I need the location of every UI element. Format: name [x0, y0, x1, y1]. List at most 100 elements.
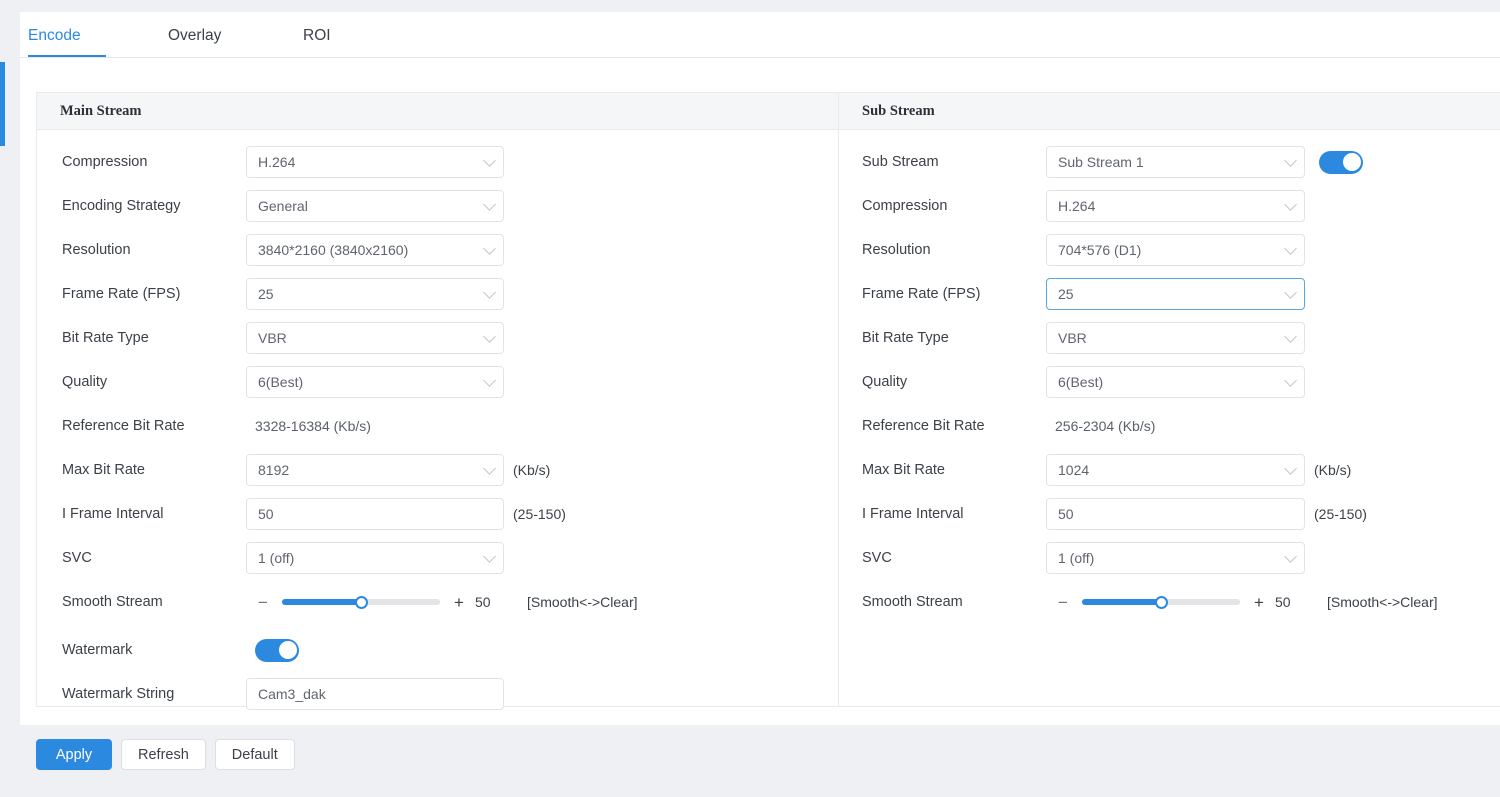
main-max-bit-rate-control: 8192 (Kb/s) [246, 454, 550, 486]
main-encoding-strategy-select[interactable]: General [246, 190, 504, 222]
slider-increase-icon[interactable]: + [451, 594, 467, 611]
chevron-down-icon [483, 198, 496, 211]
panel-body: Compression H.264 Encoding Strategy Gene… [37, 130, 1500, 710]
sub-stream-section-title: Sub Stream [862, 102, 935, 119]
main-resolution-value: 3840*2160 (3840x2160) [258, 242, 409, 258]
main-quality-control: 6(Best) [246, 366, 504, 398]
sub-smooth-stream-slider[interactable]: − + 50 [Smooth<->Clear] [1055, 594, 1437, 611]
sub-smooth-stream-value: 50 [1275, 594, 1291, 610]
apply-button[interactable]: Apply [36, 739, 112, 770]
main-watermark-string-value: Cam3_dak [258, 686, 326, 702]
sub-max-bit-rate-label: Max Bit Rate [862, 462, 945, 478]
sub-smooth-stream-track[interactable] [1082, 595, 1240, 609]
main-bit-rate-type-control: VBR [246, 322, 504, 354]
main-smooth-stream-track[interactable] [282, 595, 440, 609]
row-main-svc: SVC 1 (off) [37, 536, 838, 580]
main-compression-value: H.264 [258, 154, 296, 170]
default-button[interactable]: Default [214, 739, 295, 770]
main-svc-select[interactable]: 1 (off) [246, 542, 504, 574]
main-smooth-stream-handle[interactable] [354, 595, 368, 609]
sub-resolution-control: 704*576 (D1) [1046, 234, 1305, 266]
row-sub-frame-rate: Frame Rate (FPS) 25 [839, 272, 1500, 316]
main-smooth-stream-slider[interactable]: − + 50 [Smooth<->Clear] [255, 594, 638, 611]
main-quality-select[interactable]: 6(Best) [246, 366, 504, 398]
sub-bit-rate-type-value: VBR [1058, 330, 1087, 346]
chevron-down-icon [1284, 242, 1297, 255]
sub-max-bit-rate-select[interactable]: 1024 [1046, 454, 1305, 486]
tab-roi[interactable]: ROI [303, 12, 331, 57]
panel-header-row: Main Stream Sub Stream [37, 93, 1500, 130]
main-quality-value: 6(Best) [258, 374, 304, 390]
sub-quality-value: 6(Best) [1058, 374, 1104, 390]
main-watermark-string-input[interactable]: Cam3_dak [246, 678, 504, 710]
row-main-resolution: Resolution 3840*2160 (3840x2160) [37, 228, 838, 272]
sub-stream-column: Sub Stream Sub Stream 1 Compression H.26… [839, 130, 1500, 707]
row-sub-quality: Quality 6(Best) [839, 360, 1500, 404]
main-max-bit-rate-unit: (Kb/s) [513, 462, 551, 478]
row-main-i-frame-interval: I Frame Interval 50 (25-150) [37, 492, 838, 536]
sub-compression-value: H.264 [1058, 198, 1096, 214]
main-smooth-stream-hint: [Smooth<->Clear] [527, 594, 638, 610]
row-sub-stream-select: Sub Stream Sub Stream 1 [839, 140, 1500, 184]
main-frame-rate-select[interactable]: 25 [246, 278, 504, 310]
sub-svc-select[interactable]: 1 (off) [1046, 542, 1305, 574]
slider-decrease-icon[interactable]: − [255, 594, 271, 611]
main-svc-control: 1 (off) [246, 542, 504, 574]
sub-resolution-select[interactable]: 704*576 (D1) [1046, 234, 1305, 266]
main-i-frame-interval-input[interactable]: 50 [246, 498, 504, 530]
row-main-watermark: Watermark [37, 628, 838, 672]
sub-max-bit-rate-value: 1024 [1058, 462, 1090, 478]
main-watermark-toggle[interactable] [255, 638, 299, 662]
sub-frame-rate-select[interactable]: 25 [1046, 278, 1305, 310]
sub-compression-control: H.264 [1046, 190, 1305, 222]
chevron-down-icon [1284, 462, 1297, 475]
row-sub-i-frame-interval: I Frame Interval 50 (25-150) [839, 492, 1500, 536]
sub-stream-select[interactable]: Sub Stream 1 [1046, 146, 1305, 178]
sub-quality-select[interactable]: 6(Best) [1046, 366, 1305, 398]
main-max-bit-rate-select[interactable]: 8192 [246, 454, 504, 486]
chevron-down-icon [483, 286, 496, 299]
sub-i-frame-interval-input[interactable]: 50 [1046, 498, 1305, 530]
sub-compression-select[interactable]: H.264 [1046, 190, 1305, 222]
chevron-down-icon [1284, 198, 1297, 211]
sub-reference-bit-rate-control: 256-2304 (Kb/s) [1046, 418, 1155, 434]
sub-svc-value: 1 (off) [1058, 550, 1095, 566]
sub-max-bit-rate-unit: (Kb/s) [1314, 462, 1352, 478]
sub-smooth-stream-handle[interactable] [1154, 595, 1168, 609]
sub-bit-rate-type-select[interactable]: VBR [1046, 322, 1305, 354]
row-main-quality: Quality 6(Best) [37, 360, 838, 404]
sub-stream-enable-toggle[interactable] [1319, 150, 1363, 174]
action-button-bar: Apply Refresh Default [36, 739, 295, 770]
sub-reference-bit-rate-value: 256-2304 (Kb/s) [1055, 418, 1156, 434]
main-compression-select[interactable]: H.264 [246, 146, 504, 178]
tab-bar: Encode Overlay ROI [20, 12, 1500, 58]
sub-smooth-stream-label: Smooth Stream [862, 594, 963, 610]
tab-overlay-label: Overlay [168, 27, 222, 44]
main-smooth-stream-label: Smooth Stream [62, 594, 163, 610]
slider-increase-icon[interactable]: + [1251, 594, 1267, 611]
sub-frame-rate-value: 25 [1058, 286, 1074, 302]
refresh-button[interactable]: Refresh [121, 739, 206, 770]
tab-encode[interactable]: Encode [28, 12, 106, 57]
chevron-down-icon [1284, 330, 1297, 343]
tab-overlay[interactable]: Overlay [168, 12, 221, 57]
row-main-smooth-stream: Smooth Stream − + 50 [Smooth<->Clear] [37, 580, 838, 624]
left-accent-bar [0, 62, 5, 146]
sub-stream-select-control: Sub Stream 1 [1046, 146, 1363, 178]
main-i-frame-interval-range: (25-150) [513, 506, 566, 522]
main-resolution-select[interactable]: 3840*2160 (3840x2160) [246, 234, 504, 266]
sub-bit-rate-type-control: VBR [1046, 322, 1305, 354]
main-reference-bit-rate-label: Reference Bit Rate [62, 418, 185, 434]
main-i-frame-interval-label: I Frame Interval [62, 506, 164, 522]
tab-encode-label: Encode [28, 27, 81, 44]
main-frame-rate-value: 25 [258, 286, 274, 302]
main-bit-rate-type-select[interactable]: VBR [246, 322, 504, 354]
main-frame-rate-label: Frame Rate (FPS) [62, 286, 181, 302]
slider-decrease-icon[interactable]: − [1055, 594, 1071, 611]
chevron-down-icon [1284, 286, 1297, 299]
sub-svc-label: SVC [862, 550, 892, 566]
row-sub-reference-bit-rate: Reference Bit Rate 256-2304 (Kb/s) [839, 404, 1500, 448]
chevron-down-icon [483, 374, 496, 387]
main-quality-label: Quality [62, 374, 108, 390]
main-svc-label: SVC [62, 550, 92, 566]
